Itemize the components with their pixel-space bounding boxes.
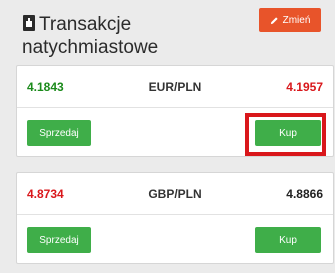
currency-card-gbp-pln: 4.8734 GBP/PLN 4.8866 Sprzedaj Kup [16, 172, 334, 264]
panel-header: Transakcje natychmiastowe Zmień [0, 0, 335, 62]
page-title: Transakcje natychmiastowe [22, 14, 159, 58]
ask-rate: 4.8866 [286, 187, 323, 201]
change-button[interactable]: Zmień [259, 8, 321, 32]
pencil-icon [270, 16, 278, 24]
sell-button[interactable]: Sprzedaj [27, 120, 91, 146]
buy-button[interactable]: Kup [255, 227, 321, 253]
rate-row: 4.8734 GBP/PLN 4.8866 [17, 173, 333, 215]
rate-row: 4.1843 EUR/PLN 4.1957 [17, 66, 333, 108]
buy-button-highlight [245, 113, 326, 156]
ask-rate: 4.1957 [286, 80, 323, 94]
instant-transactions-panel: Transakcje natychmiastowe Zmień 4.1843 E… [0, 0, 335, 273]
sell-button[interactable]: Sprzedaj [27, 227, 91, 253]
change-button-label: Zmień [282, 14, 311, 26]
